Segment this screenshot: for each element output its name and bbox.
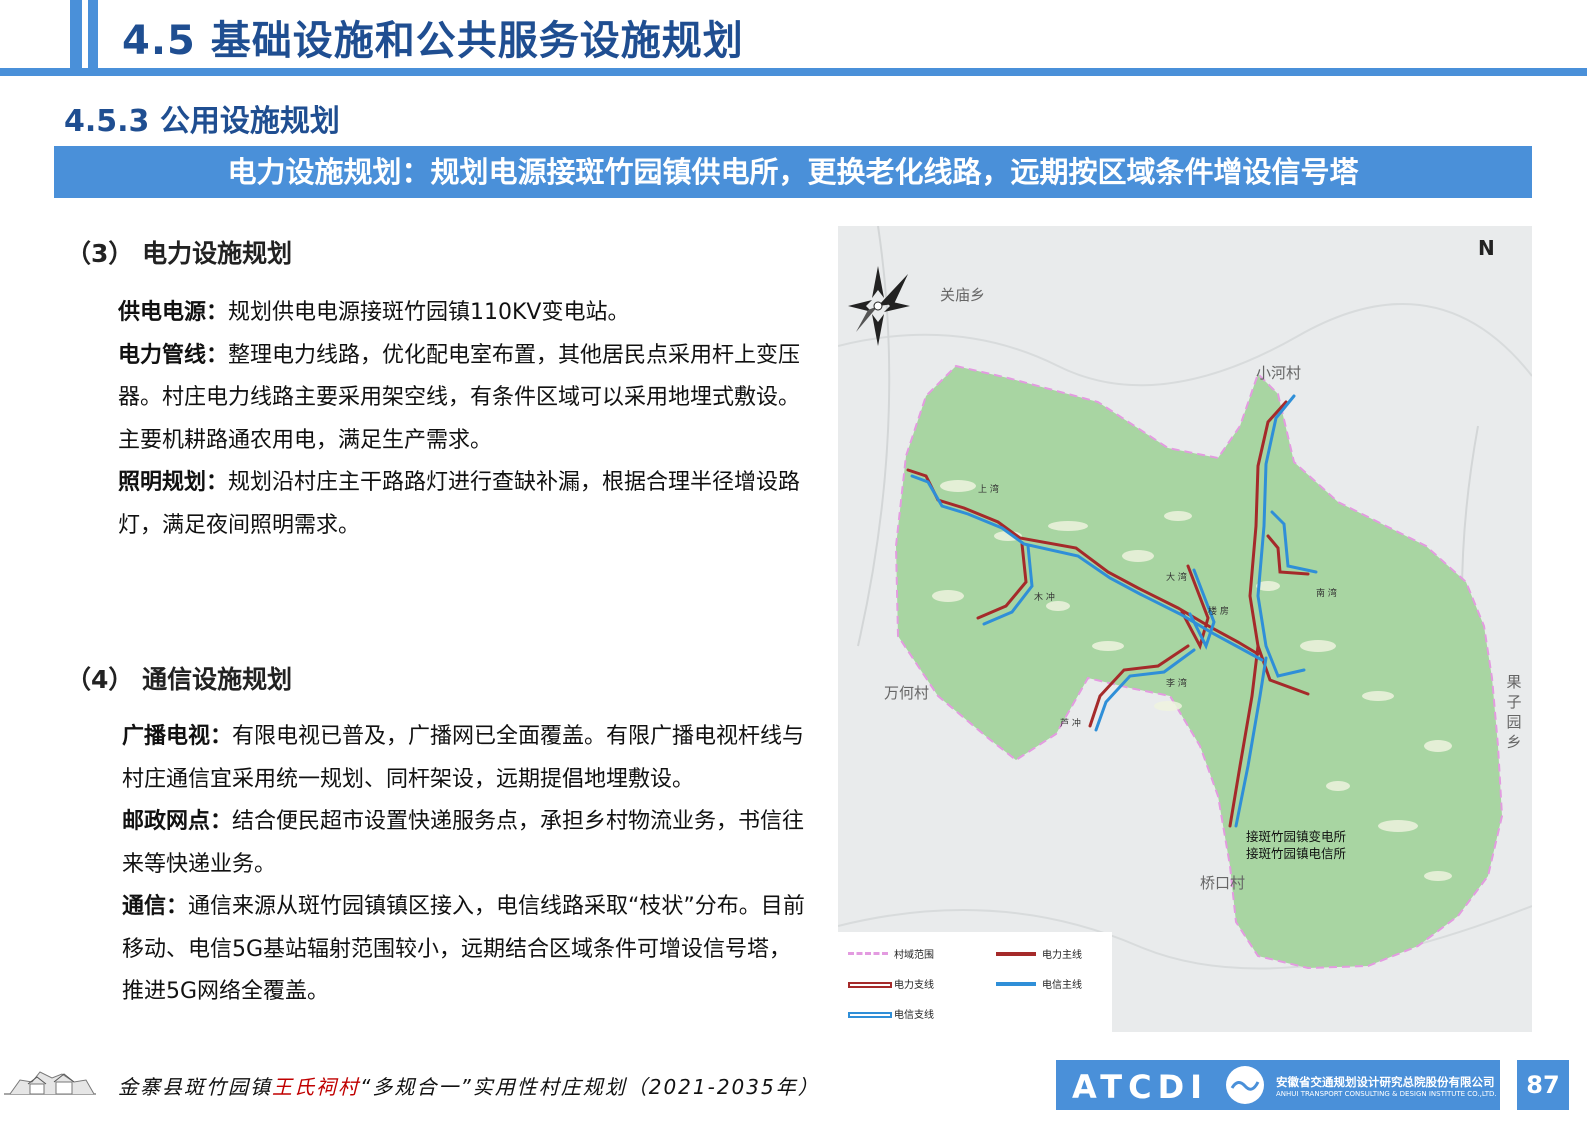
power-para-3: 主要机耕路通农用电，满足生产需求。 xyxy=(62,420,802,463)
map-graphic xyxy=(838,226,1532,970)
power-p2-label: 电力管线： xyxy=(118,342,229,368)
place-shangwan: 上 湾 xyxy=(978,485,999,495)
footer-title: 金寨县斑竹园镇王氏祠村“多规合一”实用性村庄规划（2021-2035年） xyxy=(118,1071,820,1100)
telecom-p2-label: 邮政网点： xyxy=(122,809,233,834)
label-wanhe: 万何村 xyxy=(884,684,930,702)
north-label: N xyxy=(1478,236,1495,260)
page-title: 4.5 基础设施和公共服务设施规划 xyxy=(122,18,744,64)
header-accent-bar xyxy=(70,0,82,68)
place-nanwan: 南 湾 xyxy=(1316,589,1337,599)
utility-map: N 关庙乡 小河村 万何村 果子园乡 桥口村 接斑竹园镇变电所 接斑竹园镇电信所… xyxy=(838,226,1532,1032)
legend-swatch xyxy=(996,982,1036,986)
power-para-2: 电力管线：整理电力线路，优化配电室布置，其他居民点采用杆上变压器。村庄电力线路主… xyxy=(62,335,802,420)
footer-title-village: 王氏祠村 xyxy=(272,1075,360,1099)
place-dawan: 大 湾 xyxy=(1166,573,1187,583)
power-heading: （3） 电力设施规划 xyxy=(66,239,293,268)
legend-label: 村域范围 xyxy=(894,950,934,961)
logo-wordmark: ATCDI xyxy=(1072,1068,1209,1106)
label-substation-telecom: 接斑竹园镇电信所 xyxy=(1246,846,1347,861)
power-p1-text: 规划供电电源接斑竹园镇110KV变电站。 xyxy=(228,300,630,325)
label-qiaokou: 桥口村 xyxy=(1200,874,1246,892)
telecom-p3-label: 通信： xyxy=(122,894,189,919)
telecom-heading: （4） 通信设施规划 xyxy=(66,665,293,694)
north-arrow-icon xyxy=(848,266,910,346)
telecom-para-3: 通信：通信来源从斑竹园镇镇区接入，电信线路采取“枝状”分布。目前移动、电信5G基… xyxy=(66,886,806,1014)
power-p3-text: 主要机耕路通农用电，满足生产需求。 xyxy=(118,427,493,453)
label-guoziyuan: 果子园乡 xyxy=(1506,673,1522,751)
footer-title-a: 金寨县斑竹园镇 xyxy=(118,1075,272,1099)
label-xiaohe: 小河村 xyxy=(1256,364,1302,382)
place-loufang: 楼 房 xyxy=(1208,607,1229,617)
map-legend: 村域范围 电力主线 电力支线 电信主线 电信支线 xyxy=(838,932,1112,1032)
village-boundary xyxy=(894,364,1504,970)
power-body: 供电电源：规划供电电源接斑竹园镇110KV变电站。 电力管线：整理电力线路，优化… xyxy=(62,292,802,547)
company-name-en: ANHUI TRANSPORT CONSULTING & DESIGN INST… xyxy=(1276,1090,1497,1098)
company-name-cn: 安徽省交通规划设计研究总院股份有限公司 xyxy=(1276,1075,1495,1089)
telecom-p1-label: 广播电视： xyxy=(122,724,233,749)
logo-emblem-icon xyxy=(1226,1066,1264,1104)
legend-swatch xyxy=(996,952,1036,956)
legend-swatch xyxy=(848,982,892,988)
summary-banner: 电力设施规划：规划电源接斑竹园镇供电所，更换老化线路，远期按区域条件增设信号塔 xyxy=(54,146,1532,198)
power-para-4: 照明规划：规划沿村庄主干路路灯进行查缺补漏，根据合理半径增设路灯，满足夜间照明需… xyxy=(62,462,802,547)
place-luchong: 芦 冲 xyxy=(1060,719,1081,729)
telecom-para-1: 广播电视：有限电视已普及，广播网已全面覆盖。有限广播电视杆线与村庄通信宜采用统一… xyxy=(66,716,806,801)
power-para-1: 供电电源：规划供电电源接斑竹园镇110KV变电站。 xyxy=(62,292,802,335)
legend-label: 电信主线 xyxy=(1042,980,1082,991)
page-number: 87 xyxy=(1517,1060,1569,1110)
power-p4-label: 照明规划： xyxy=(118,470,229,495)
legend-label: 电信支线 xyxy=(894,1010,934,1021)
label-substation-power: 接斑竹园镇变电所 xyxy=(1246,829,1347,844)
telecom-p3-text: 通信来源从斑竹园镇镇区接入，电信线路采取“枝状”分布。目前移动、电信5G基站辐射… xyxy=(122,894,805,1004)
footer-title-b: “多规合一”实用性村庄规划（2021-2035年） xyxy=(360,1075,820,1099)
power-p1-label: 供电电源： xyxy=(118,300,229,325)
section-title: 4.5.3 公用设施规划 xyxy=(64,104,340,139)
place-muchong: 木 冲 xyxy=(1034,593,1055,603)
place-liwan: 李 湾 xyxy=(1166,679,1187,689)
legend-swatch xyxy=(848,1012,892,1018)
telecom-body: 广播电视：有限电视已普及，广播网已全面覆盖。有限广播电视杆线与村庄通信宜采用统一… xyxy=(66,716,806,1014)
telecom-para-2: 邮政网点：结合便民超市设置快递服务点，承担乡村物流业务，书信往来等快递业务。 xyxy=(66,801,806,886)
company-logo: ATCDI 安徽省交通规划设计研究总院股份有限公司 ANHUI TRANSPOR… xyxy=(1056,1060,1500,1110)
header-divider xyxy=(0,68,1587,76)
label-guanmiao: 关庙乡 xyxy=(940,286,986,304)
village-sketch-icon xyxy=(4,1071,96,1095)
legend-label: 电力支线 xyxy=(894,980,934,991)
legend-label: 电力主线 xyxy=(1042,950,1082,961)
header-accent-bar-2 xyxy=(88,0,98,68)
legend-swatch xyxy=(848,952,888,955)
